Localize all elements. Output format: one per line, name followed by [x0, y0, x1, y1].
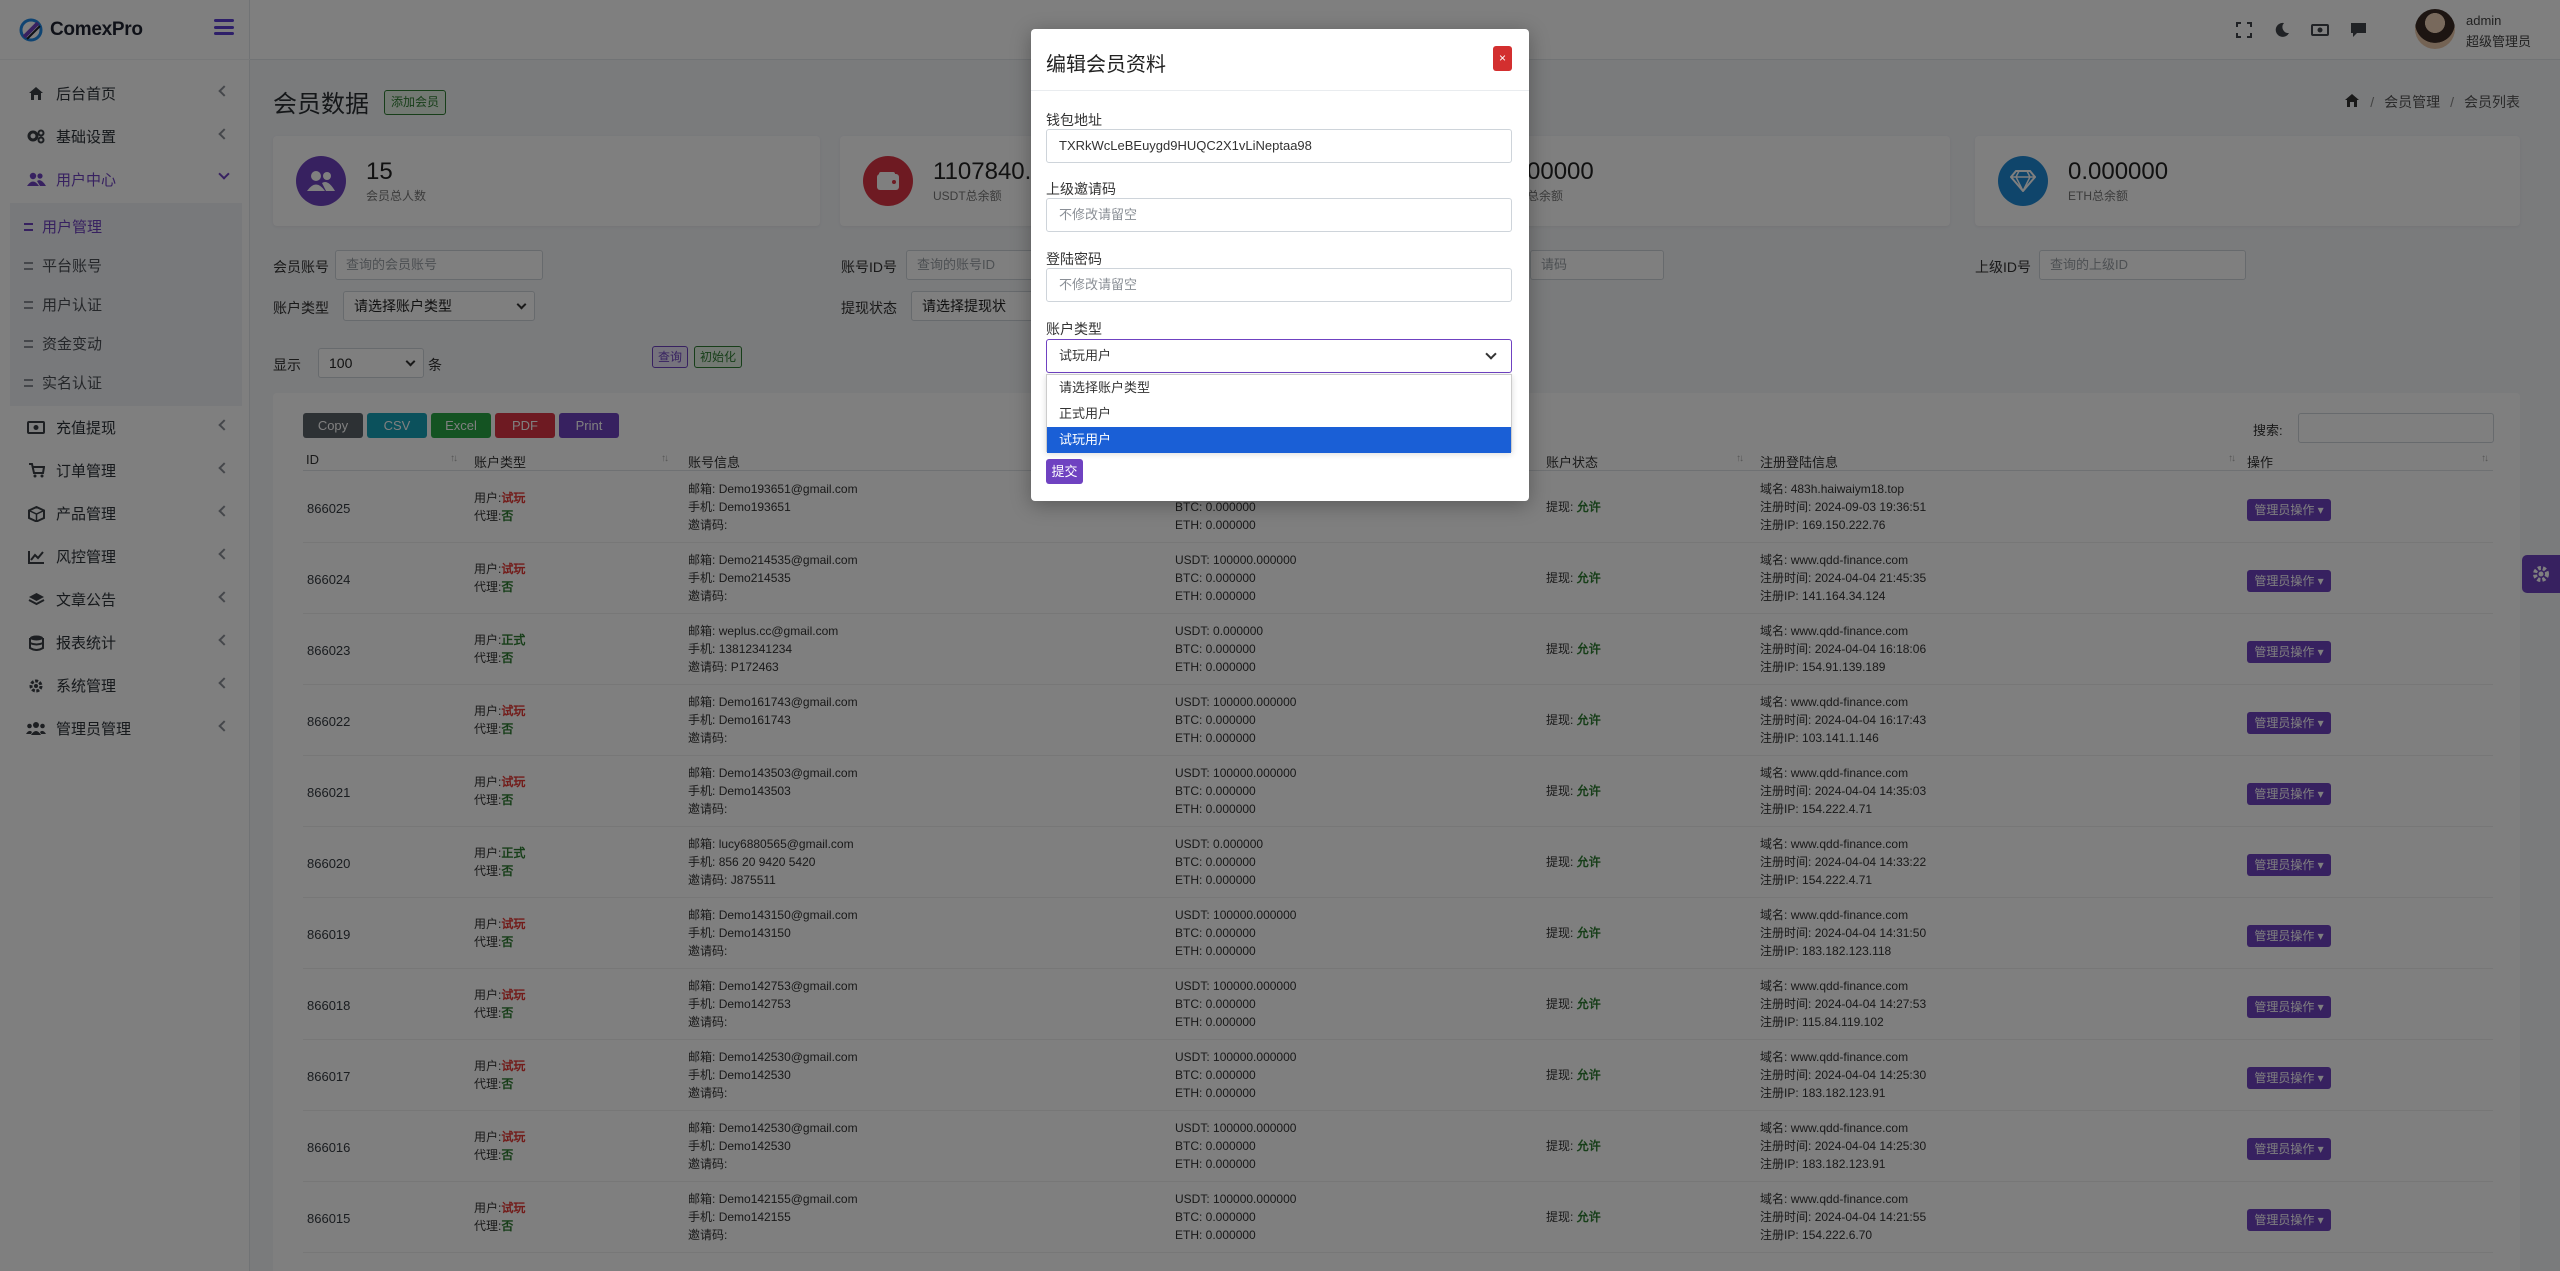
wallet-address-input[interactable]: TXRkWcLeBEuygd9HUQC2X1vLiNeptaa98 [1046, 129, 1512, 163]
edit-member-modal: 编辑会员资料 × 钱包地址 TXRkWcLeBEuygd9HUQC2X1vLiN… [1031, 29, 1529, 501]
option-trial-user[interactable]: 试玩用户 [1047, 427, 1511, 453]
parent-invite-label: 上级邀请码 [1046, 181, 1116, 197]
account-type-value: 试玩用户 [1059, 348, 1112, 363]
modal-title: 编辑会员资料 [1046, 54, 1166, 76]
login-password-label: 登陆密码 [1046, 251, 1102, 267]
close-icon[interactable]: × [1493, 46, 1512, 71]
account-type-select[interactable]: 试玩用户 [1046, 339, 1512, 373]
login-password-input[interactable]: 不修改请留空 [1046, 268, 1512, 302]
option-choose-type[interactable]: 请选择账户类型 [1047, 375, 1511, 401]
account-type-dropdown: 请选择账户类型 正式用户 试玩用户 [1046, 374, 1512, 453]
account-type-label: 账户类型 [1046, 321, 1102, 337]
wallet-address-label: 钱包地址 [1046, 112, 1102, 128]
parent-invite-input[interactable]: 不修改请留空 [1046, 198, 1512, 232]
option-regular-user[interactable]: 正式用户 [1047, 401, 1511, 427]
modal-header: 编辑会员资料 × [1031, 29, 1529, 91]
submit-button[interactable]: 提交 [1046, 459, 1083, 484]
chevron-down-icon [1485, 348, 1497, 360]
